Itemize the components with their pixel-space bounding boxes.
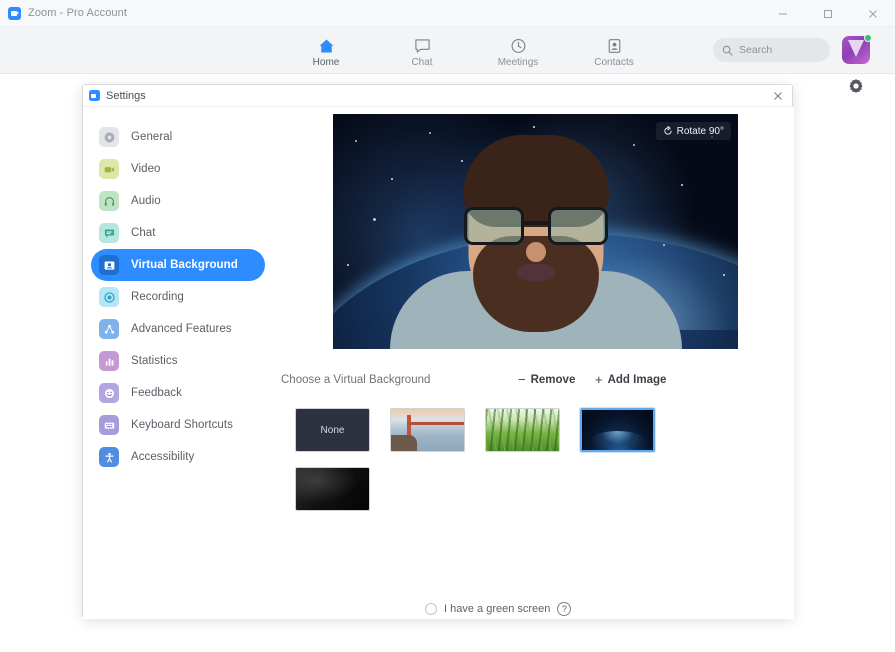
search-icon (722, 45, 733, 56)
sidebar-item-audio[interactable]: Audio (91, 185, 265, 217)
video-person (386, 114, 686, 349)
gear-icon[interactable] (845, 75, 867, 97)
sidebar-item-advanced-features[interactable]: Advanced Features (91, 313, 265, 345)
gear-icon (99, 127, 119, 147)
rotate-90-label: Rotate 90° (676, 125, 724, 137)
tab-chat[interactable]: Chat (392, 27, 452, 74)
sidebar-item-keyboard-shortcuts[interactable]: Keyboard Shortcuts (91, 409, 265, 441)
tab-home[interactable]: Home (296, 27, 356, 74)
bar-chart-icon (99, 351, 119, 371)
dialog-title: Settings (106, 89, 146, 102)
sidebar-item-label: Accessibility (131, 451, 195, 463)
sidebar-item-accessibility[interactable]: Accessibility (91, 441, 265, 473)
background-controls: Choose a Virtual Background − Remove + A… (273, 370, 794, 396)
person-card-icon (99, 255, 119, 275)
zoom-camera-icon (8, 6, 21, 20)
sidebar-item-label: Statistics (131, 355, 178, 367)
record-dot-icon (99, 287, 119, 307)
background-thumb-earth-from-space[interactable] (579, 407, 656, 453)
accessibility-person-icon (99, 447, 119, 467)
zoom-app-window: Zoom - Pro Account Home Chat Meetings Co… (0, 0, 895, 652)
search-placeholder: Search (739, 44, 773, 56)
background-thumb-dark-image[interactable] (295, 467, 370, 511)
rotate-icon (663, 126, 673, 136)
video-camera-icon (99, 159, 119, 179)
zoom-camera-icon (89, 90, 100, 101)
home-icon (318, 38, 335, 55)
background-thumb-grass[interactable] (485, 408, 560, 452)
keyboard-icon (99, 415, 119, 435)
tab-home-label: Home (312, 56, 340, 68)
sidebar-item-label: Feedback (131, 387, 182, 399)
sidebar-item-virtual-background[interactable]: Virtual Background (91, 249, 265, 281)
tab-meetings[interactable]: Meetings (488, 27, 548, 74)
sidebar-item-label: General (131, 131, 173, 143)
search-input[interactable]: Search (713, 38, 830, 62)
plus-icon: + (595, 372, 603, 387)
background-thumb-golden-gate-bridge[interactable] (390, 408, 465, 452)
sidebar-item-label: Advanced Features (131, 323, 232, 335)
sidebar-item-label: Virtual Background (131, 259, 238, 271)
background-thumb-label: None (320, 424, 345, 436)
green-screen-checkbox[interactable] (425, 603, 437, 615)
remove-label: Remove (530, 373, 576, 386)
sidebar-item-label: Recording (131, 291, 184, 303)
sidebar-item-label: Video (131, 163, 161, 175)
dialog-titlebar: Settings (83, 85, 792, 107)
tab-contacts[interactable]: Contacts (584, 27, 644, 74)
choose-background-label: Choose a Virtual Background (281, 374, 431, 386)
rotate-90-button[interactable]: Rotate 90° (655, 122, 731, 140)
sidebar-item-chat[interactable]: Chat (91, 217, 265, 249)
window-controls (760, 0, 895, 27)
settings-dialog: Settings General Video Audio Chat Virtua… (82, 84, 794, 619)
glasses (463, 207, 608, 247)
green-screen-label: I have a green screen (444, 603, 551, 615)
close-button[interactable] (850, 0, 895, 27)
settings-content-panel: Rotate 90° Choose a Virtual Background −… (273, 107, 794, 619)
question-mark-icon[interactable]: ? (557, 602, 572, 616)
bridge-land (391, 435, 417, 451)
add-image-button[interactable]: + Add Image (595, 372, 666, 387)
chat-bubble-icon (414, 38, 431, 55)
sidebar-item-recording[interactable]: Recording (91, 281, 265, 313)
network-nodes-icon (99, 319, 119, 339)
sidebar-item-label: Audio (131, 195, 161, 207)
chat-bubble-icon (99, 223, 119, 243)
minimize-button[interactable] (760, 0, 805, 27)
sidebar-item-general[interactable]: General (91, 121, 265, 153)
sidebar-item-video[interactable]: Video (91, 153, 265, 185)
green-screen-row: I have a green screen ? (425, 602, 572, 616)
maximize-button[interactable] (805, 0, 850, 27)
window-title: Zoom - Pro Account (28, 7, 128, 19)
smiley-icon (99, 383, 119, 403)
sidebar-item-statistics[interactable]: Statistics (91, 345, 265, 377)
tab-contacts-label: Contacts (594, 56, 634, 68)
add-image-label: Add Image (607, 373, 667, 386)
tab-chat-label: Chat (411, 56, 433, 68)
sidebar-item-label: Keyboard Shortcuts (131, 419, 233, 431)
sidebar-item-label: Chat (131, 227, 156, 239)
video-preview: Rotate 90° (333, 114, 738, 349)
dialog-close-button[interactable] (768, 86, 788, 106)
tab-meetings-label: Meetings (497, 56, 539, 68)
minus-icon: − (518, 372, 526, 387)
nav-tabs: Home Chat Meetings Contacts (296, 27, 644, 74)
main-navbar: Home Chat Meetings Contacts Search (0, 27, 895, 74)
window-titlebar: Zoom - Pro Account (0, 0, 895, 27)
background-thumbnail-grid: None (295, 407, 715, 511)
remove-background-button[interactable]: − Remove (518, 372, 575, 387)
background-thumb-none[interactable]: None (295, 408, 370, 452)
status-badge (864, 34, 872, 42)
headphones-icon (99, 191, 119, 211)
clock-icon (510, 38, 527, 55)
sidebar-item-feedback[interactable]: Feedback (91, 377, 265, 409)
contacts-icon (606, 38, 623, 55)
settings-sidebar: General Video Audio Chat Virtual Backgro… (83, 107, 273, 619)
